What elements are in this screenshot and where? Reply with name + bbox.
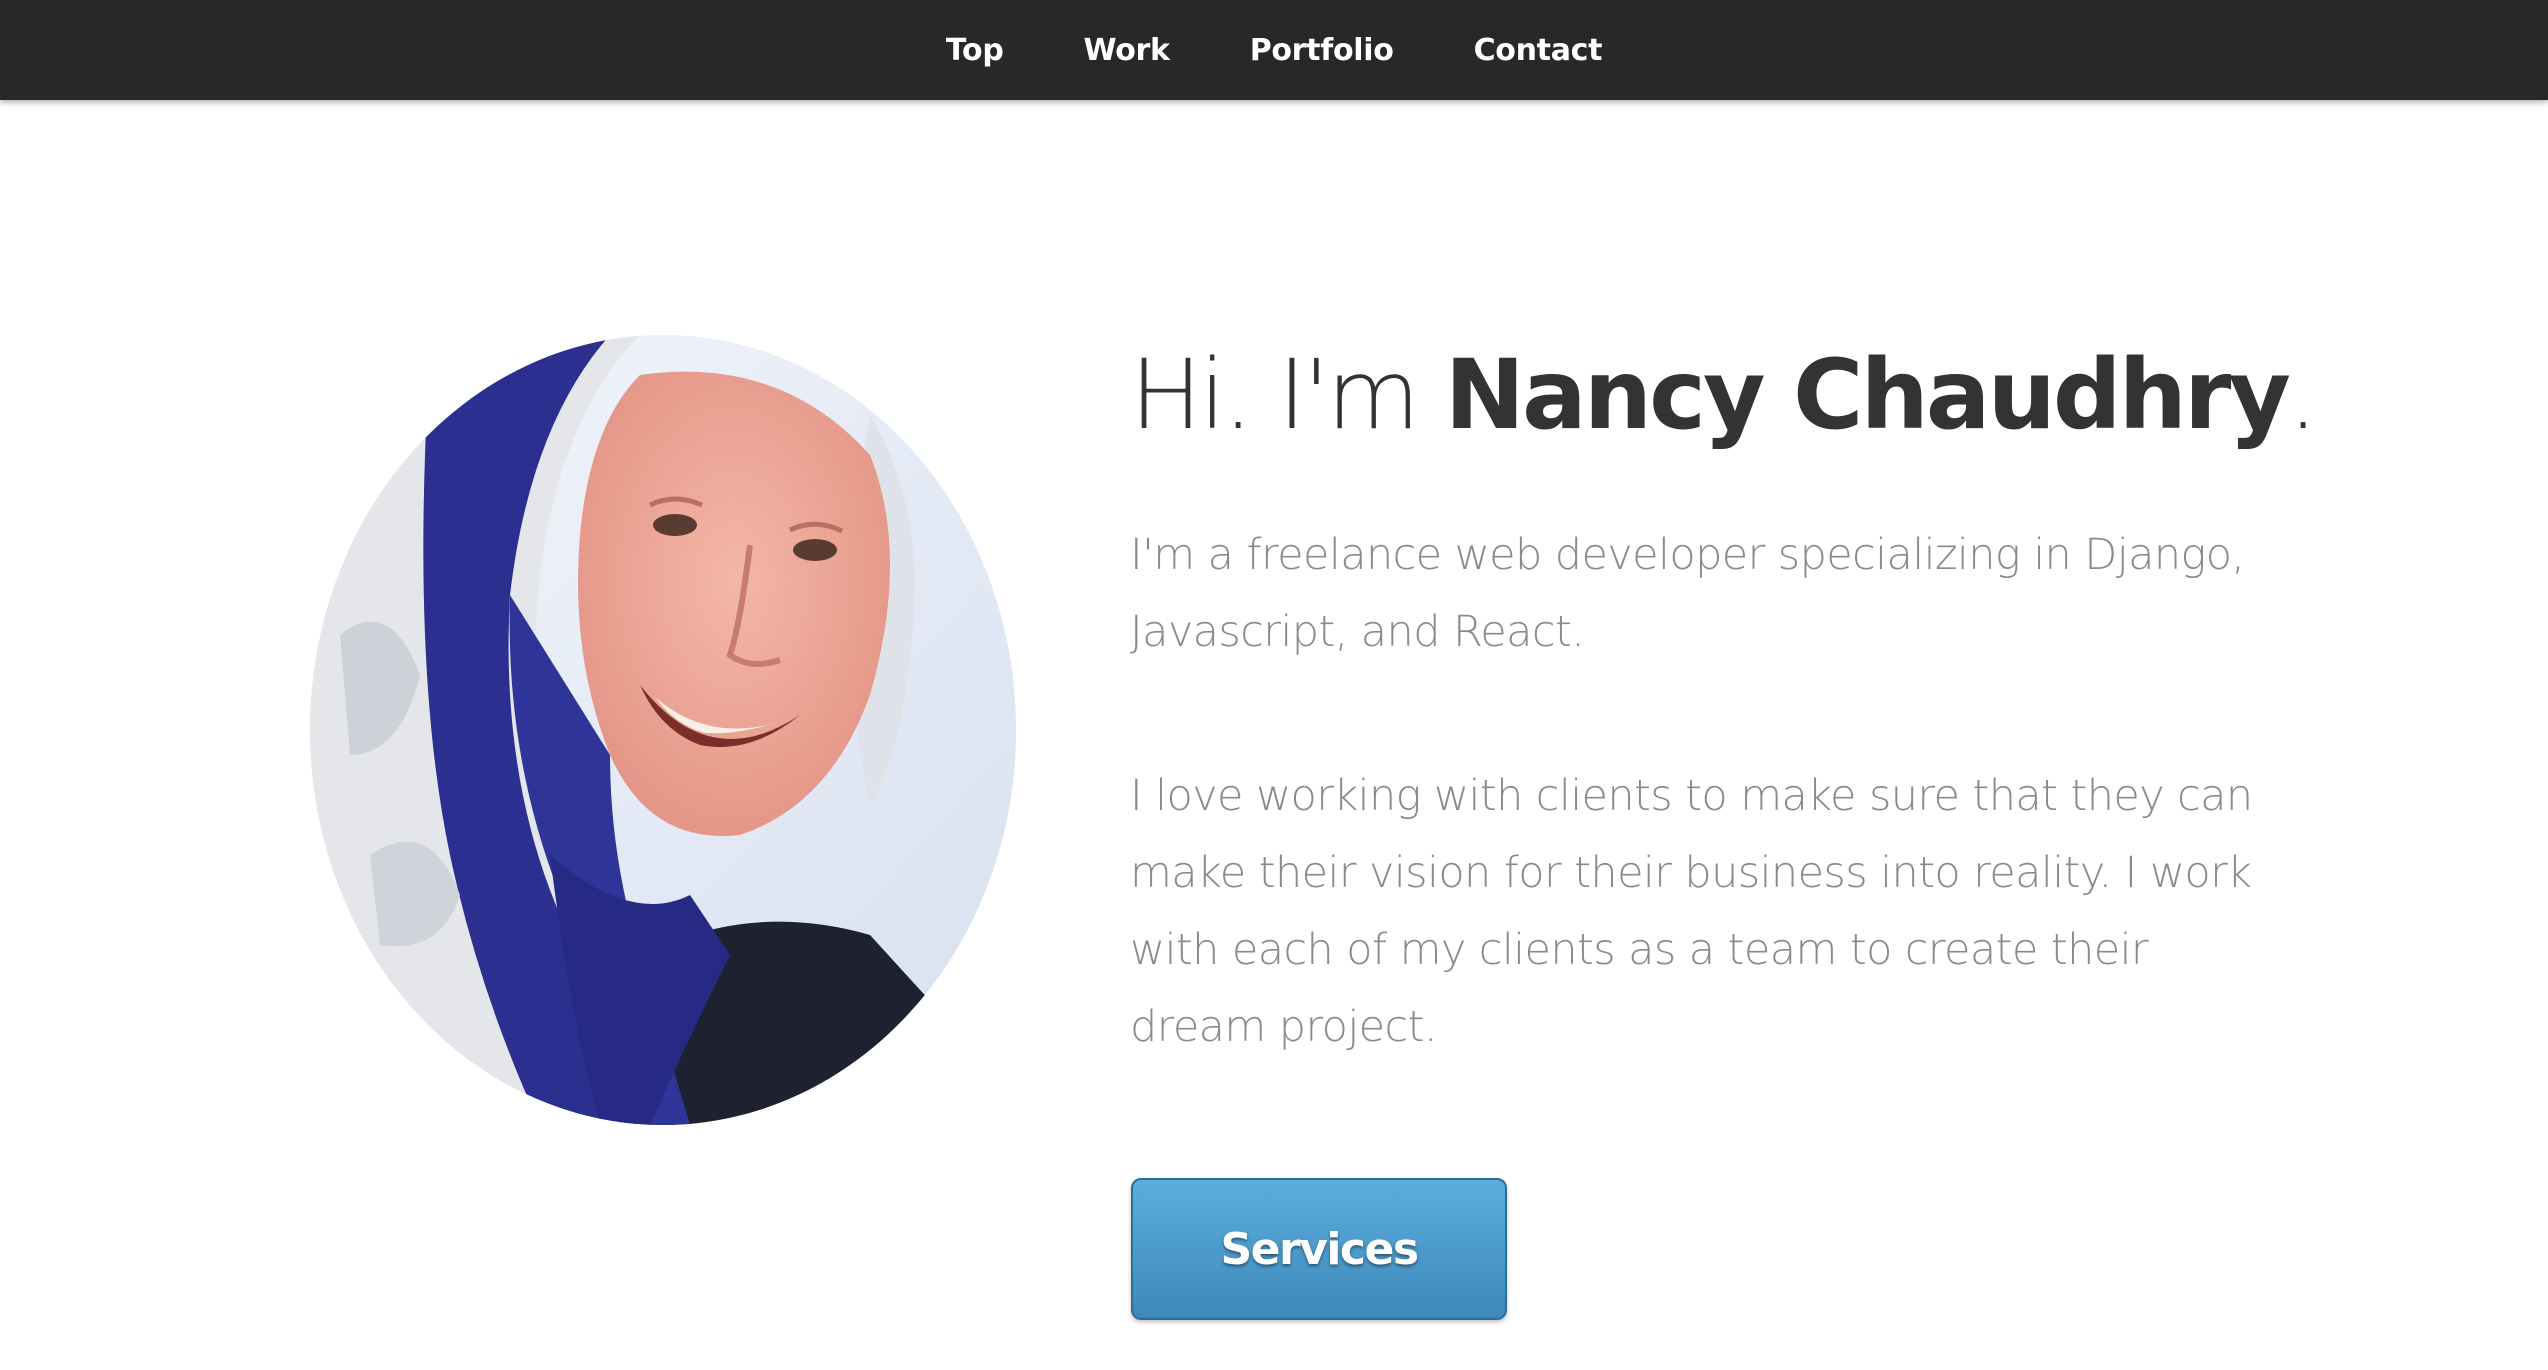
nav-link-work[interactable]: Work [1084,33,1170,68]
nav-link-top[interactable]: Top [946,33,1004,68]
headline-period: . [2287,339,2318,451]
intro-paragraph: I'm a freelance web developer specializi… [1130,530,2245,657]
about-paragraph: I love working with clients to make sure… [1130,771,2253,1052]
nav-links: Top Work Portfolio Contact [0,0,2548,100]
nav-link-contact[interactable]: Contact [1474,33,1603,68]
top-navbar: Top Work Portfolio Contact [0,0,2548,100]
greeting-text: Hi. I'm [1130,339,1445,451]
hero-section: Hi. I'm Nancy Chaudhry. I'm a freelance … [0,100,2548,1370]
profile-photo-illustration [310,335,1016,1125]
nav-link-portfolio[interactable]: Portfolio [1250,33,1394,68]
hero-headline: Hi. I'm Nancy Chaudhry. [1130,335,2318,455]
services-button[interactable]: Services [1131,1178,1507,1320]
owner-name: Nancy Chaudhry [1444,339,2291,451]
profile-photo [310,335,1016,1125]
hero-text: Hi. I'm Nancy Chaudhry. I'm a freelance … [1130,335,2318,1066]
